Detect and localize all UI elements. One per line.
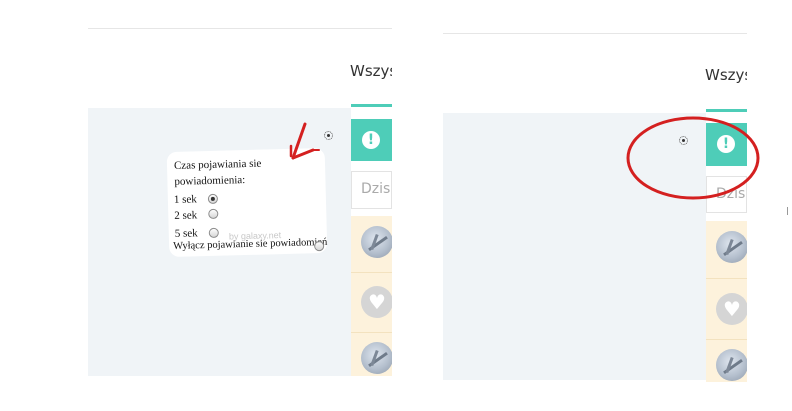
option-label-1s: 1 sek	[173, 193, 197, 206]
notification-feed: ♥	[351, 216, 392, 376]
radio-5s[interactable]	[208, 227, 219, 239]
popup-title-line1: Czas pojawiania sie powiadomienia:	[173, 157, 262, 188]
avatar	[361, 342, 392, 374]
gear-icon[interactable]	[324, 131, 333, 140]
top-divider	[443, 33, 747, 34]
tab-active-indicator	[351, 104, 392, 107]
tab-all[interactable]: Wszyst	[705, 66, 747, 84]
notification-feed: ♥	[706, 221, 747, 382]
heart-icon: ♥	[361, 286, 392, 318]
tab-all[interactable]: Wszyst	[350, 62, 392, 80]
notification-alert[interactable]: !	[351, 119, 392, 161]
radio-1s[interactable]	[207, 193, 219, 205]
red-arrow-icon	[289, 122, 320, 160]
notification-settings-popup: Czas pojawiania sie powiadomienia: 1 sek…	[166, 147, 327, 258]
heart-icon: ♥	[716, 293, 747, 325]
disable-notifications-checkbox[interactable]	[314, 240, 325, 252]
option-label-2s: 2 sek	[174, 209, 198, 222]
exclamation-circle-icon: !	[362, 131, 380, 149]
feed-row-divider	[351, 272, 392, 273]
feed-row-divider	[706, 339, 747, 340]
search-input[interactable]: Dzisia	[351, 171, 392, 209]
top-divider	[88, 28, 392, 29]
feed-row-divider	[351, 332, 392, 333]
option-label-5s: 5 sek	[174, 227, 198, 240]
avatar	[716, 349, 747, 381]
feed-row-divider	[706, 278, 747, 279]
red-ellipse-icon	[626, 116, 760, 200]
scrollbar-marker	[787, 207, 788, 215]
radio-2s[interactable]	[208, 208, 219, 220]
avatar	[716, 231, 747, 263]
avatar	[361, 226, 392, 258]
